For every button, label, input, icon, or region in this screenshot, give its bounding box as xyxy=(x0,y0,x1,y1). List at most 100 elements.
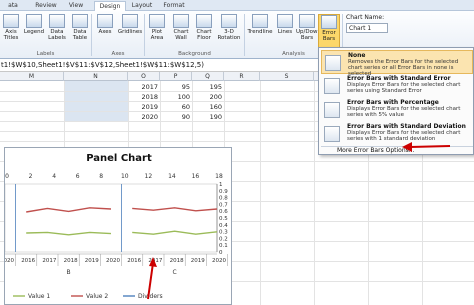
column-header-p[interactable]: P xyxy=(160,72,192,81)
chart-wall-icon xyxy=(173,14,189,28)
annotation-arrow xyxy=(402,142,451,152)
top-axis-tick-label: 18 xyxy=(215,173,223,180)
top-axis-tick-label: 8 xyxy=(99,173,103,180)
plot-area-button[interactable]: Plot Area xyxy=(146,14,168,50)
x-axis-tick-label: 2020 xyxy=(5,258,14,264)
chart-name-label: Chart Name: xyxy=(346,14,385,21)
panel-chart[interactable]: Panel Chart 0 2 4 6 8 10 12 14 16 18 1 0.9 0.8 0.7 0.6… xyxy=(4,147,232,305)
grid-line xyxy=(260,81,261,305)
cell-value1[interactable]: 100 xyxy=(162,93,190,101)
gridlines-icon xyxy=(122,14,138,28)
error-bars-button[interactable]: Error Bars xyxy=(318,14,340,50)
legend-label: Value 2 xyxy=(86,293,108,300)
tab-layout[interactable]: Layout xyxy=(129,1,155,11)
annotation-arrow xyxy=(147,257,157,300)
cell-year[interactable]: 2018 xyxy=(130,93,158,101)
group-label-background: Background xyxy=(178,51,211,57)
gridlines-button[interactable]: Gridlines xyxy=(117,14,143,50)
axes-button[interactable]: Axes xyxy=(94,14,116,50)
top-axis-tick-label: 12 xyxy=(145,173,153,180)
tab-format[interactable]: Format xyxy=(160,1,188,11)
x-axis-tick-label: 2018 xyxy=(64,258,78,264)
lines-icon xyxy=(277,14,293,28)
chart-name-input[interactable]: Chart 1 xyxy=(346,23,388,33)
top-axis-tick-label: 14 xyxy=(168,173,176,180)
cell-value2[interactable]: 190 xyxy=(194,113,222,121)
error-bars-none-item[interactable]: None Removes the Error Bars for the sele… xyxy=(321,50,473,77)
up-down-bars-button[interactable]: Up/Down Bars xyxy=(296,14,321,50)
right-axis-tick-label: 0.6 xyxy=(219,209,228,215)
cell-value2[interactable]: 160 xyxy=(194,103,222,111)
tab-data[interactable]: ata xyxy=(0,1,26,11)
group-label-axes: Axes xyxy=(111,51,125,57)
group-label: C xyxy=(172,269,176,276)
legend-label: Value 1 xyxy=(28,293,50,300)
lines-button[interactable]: Lines xyxy=(274,14,296,50)
legend-icon xyxy=(26,14,42,28)
x-axis-tick-label: 2018 xyxy=(170,258,184,264)
right-axis-tick-label: 0.9 xyxy=(219,189,228,195)
axis-titles-icon xyxy=(3,14,19,28)
trendline-button[interactable]: Trendline xyxy=(246,14,274,50)
tab-review[interactable]: Review xyxy=(32,1,60,11)
right-axis-tick-label: 1 xyxy=(219,182,223,188)
column-header-s[interactable]: S xyxy=(260,72,314,81)
right-axis-tick-label: 0.4 xyxy=(219,223,228,229)
standard-error-icon xyxy=(324,78,340,94)
error-bars-percentage-item[interactable]: Error Bars with Percentage Displays Erro… xyxy=(321,98,473,122)
percentage-icon xyxy=(324,102,340,118)
data-labels-icon xyxy=(49,14,65,28)
right-axis-tick-label: 0.3 xyxy=(219,230,228,236)
group-label-labels: Labels xyxy=(36,51,55,57)
plot-area-icon xyxy=(149,14,165,28)
cell-value1[interactable]: 95 xyxy=(162,83,190,91)
cell-value1[interactable]: 90 xyxy=(162,113,190,121)
column-header-n[interactable]: N xyxy=(64,72,128,81)
column-header-r[interactable]: R xyxy=(224,72,260,81)
legend-button[interactable]: Legend xyxy=(23,14,45,50)
column-header-m[interactable]: M xyxy=(0,72,64,81)
right-axis-tick-label: 0.5 xyxy=(219,216,228,222)
x-axis-tick-label: 2020 xyxy=(106,258,120,264)
3d-rotation-button[interactable]: 3-D Rotation xyxy=(216,14,242,50)
x-axis-tick-label: 2019 xyxy=(85,258,99,264)
cell-year[interactable]: 2019 xyxy=(130,103,158,111)
standard-deviation-icon xyxy=(324,126,340,142)
data-table-button[interactable]: Data Table xyxy=(69,14,91,50)
tab-design[interactable]: Design xyxy=(94,1,126,11)
error-bars-standard-error-item[interactable]: Error Bars with Standard Error Displays … xyxy=(321,74,473,98)
no-error-bars-icon xyxy=(325,55,341,71)
right-axis-tick-label: 0.7 xyxy=(219,202,228,208)
cell-year[interactable]: 2017 xyxy=(130,83,158,91)
grid-line xyxy=(314,81,315,305)
axis-titles-button[interactable]: Axis Titles xyxy=(0,14,22,50)
x-axis-tick-label: 2017 xyxy=(42,258,56,264)
top-axis-tick-label: 6 xyxy=(76,173,80,180)
group-label: B xyxy=(67,269,71,276)
cell-year[interactable]: 2020 xyxy=(130,113,158,121)
chart-floor-button[interactable]: Chart Floor xyxy=(193,14,215,50)
group-separator xyxy=(144,14,145,56)
column-header-o[interactable]: O xyxy=(128,72,160,81)
series-line-value2 xyxy=(26,207,112,213)
error-bars-dropdown: None Removes the Error Bars for the sele… xyxy=(318,47,474,155)
cell-value2[interactable]: 200 xyxy=(194,93,222,101)
series-line-value1 xyxy=(132,230,218,235)
right-axis-tick-label: 0.8 xyxy=(219,196,228,202)
x-axis-tick-label: 2020 xyxy=(212,258,226,264)
chart-floor-icon xyxy=(196,14,212,28)
3d-rotation-icon xyxy=(221,14,237,28)
column-header-q[interactable]: Q xyxy=(192,72,224,81)
cell-value1[interactable]: 60 xyxy=(162,103,190,111)
group-separator xyxy=(91,14,92,56)
x-axis-tick-label: 2016 xyxy=(21,258,35,264)
data-labels-button[interactable]: Data Labels xyxy=(46,14,68,50)
cell-value2[interactable]: 195 xyxy=(194,83,222,91)
right-axis-tick-label: 0.1 xyxy=(219,243,228,249)
tab-view[interactable]: View xyxy=(66,1,86,11)
trendline-icon xyxy=(252,14,268,28)
chart-wall-button[interactable]: Chart Wall xyxy=(170,14,192,50)
right-axis-tick-label: 0.2 xyxy=(219,236,228,242)
right-axis-tick-label: 0 xyxy=(219,250,223,256)
top-axis-tick-label: 4 xyxy=(52,173,56,180)
